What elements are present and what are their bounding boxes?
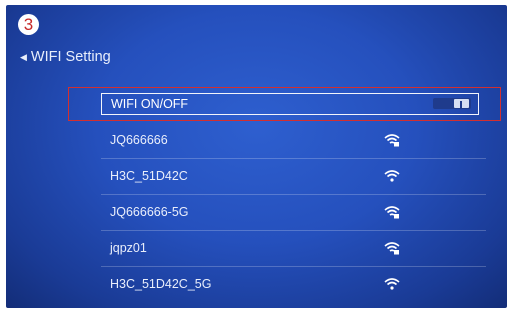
network-row[interactable]: H3C_51D42C_5G: [101, 267, 486, 295]
network-ssid: H3C_51D42C: [110, 169, 188, 183]
wifi-icon: [384, 278, 400, 290]
network-row[interactable]: jqpz01: [101, 231, 486, 267]
wifi-icon: [384, 170, 400, 182]
network-ssid: JQ666666-5G: [110, 205, 189, 219]
network-list: JQ666666 H3C_51D42C JQ666666-5G jqpz01 H…: [101, 123, 486, 295]
tv-screen: 3 ◀ WIFI Setting WIFI ON/OFF JQ666666 H3…: [6, 5, 507, 308]
network-ssid: jqpz01: [110, 241, 147, 255]
back-button[interactable]: ◀ WIFI Setting: [20, 49, 111, 65]
network-ssid: JQ666666: [110, 133, 168, 147]
network-row[interactable]: JQ666666-5G: [101, 195, 486, 231]
toggle-knob: [454, 99, 469, 108]
wifi-toggle-switch[interactable]: [433, 98, 471, 109]
wifi-lock-icon: [384, 242, 400, 255]
network-row[interactable]: H3C_51D42C: [101, 159, 486, 195]
network-ssid: H3C_51D42C_5G: [110, 277, 212, 291]
step-number-badge: 3: [18, 14, 39, 35]
back-arrow-icon: ◀: [20, 51, 27, 62]
wifi-lock-icon: [384, 134, 400, 147]
toggle-on-mark-icon: [460, 101, 462, 108]
network-row[interactable]: JQ666666: [101, 123, 486, 159]
wifi-toggle-row[interactable]: WIFI ON/OFF: [101, 93, 479, 115]
wifi-toggle-label: WIFI ON/OFF: [111, 97, 189, 111]
wifi-lock-icon: [384, 206, 400, 219]
page-title: WIFI Setting: [30, 49, 111, 65]
